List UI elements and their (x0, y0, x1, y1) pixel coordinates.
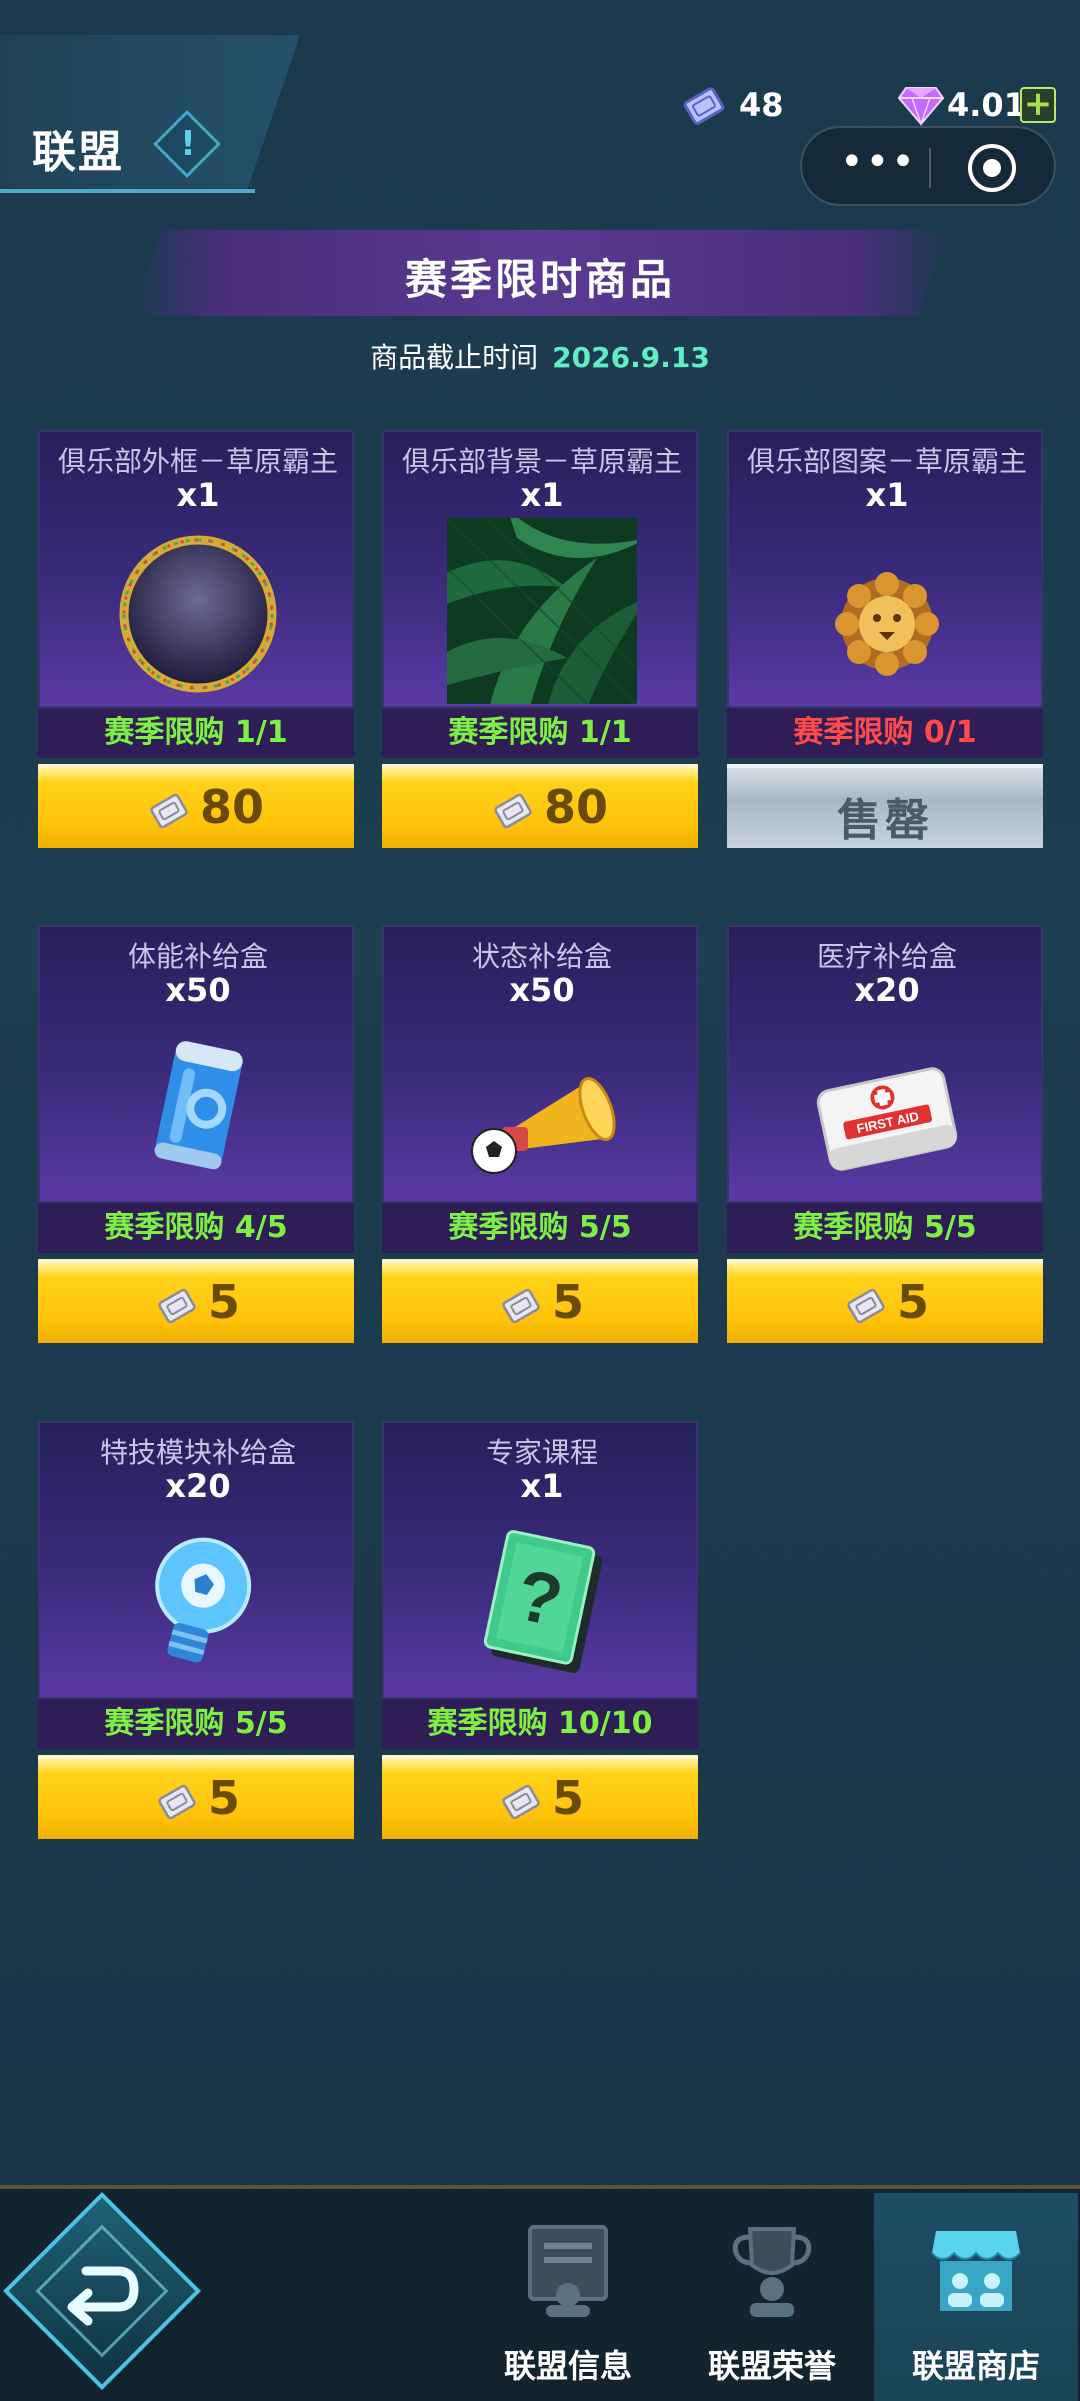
shop-item-card[interactable]: 特技模块补给盒 x20 赛季限购 5/5 5 (38, 1421, 354, 1839)
shop-item-card[interactable]: 俱乐部图案－草原霸主 x1 赛季限购 0/1 售罄 (727, 430, 1043, 848)
close-miniprogram-button[interactable] (968, 144, 1016, 192)
top-header: 联盟 ! 48 4.01K + ••• (0, 0, 1080, 206)
leaf-background-icon (447, 518, 637, 704)
card-body: 体能补给盒 x50 (38, 925, 354, 1203)
price-label: 80 (200, 780, 265, 834)
sold-out-button: 售罄 (727, 764, 1043, 848)
ticket-icon (847, 1288, 885, 1324)
card-body: 俱乐部外框－草原霸主 x1 (38, 430, 354, 708)
item-quantity: x20 (854, 971, 920, 1009)
ticket-icon (502, 1288, 540, 1324)
buy-button[interactable]: 80 (382, 764, 698, 848)
card-body: 专家课程 x1 ? (382, 1421, 698, 1699)
ticket-icon (158, 1288, 196, 1324)
buy-button[interactable]: 80 (38, 764, 354, 848)
gem-icon (898, 87, 944, 126)
more-menu-button[interactable]: ••• (840, 142, 915, 186)
shop-item-card[interactable]: 俱乐部背景－草原霸主 x1 赛季限购 1/1 80 (382, 430, 698, 848)
card-body: 俱乐部图案－草原霸主 x1 (727, 430, 1043, 708)
ticket-icon (150, 793, 188, 829)
price-label: 5 (552, 1275, 585, 1329)
buy-button[interactable]: 5 (38, 1259, 354, 1343)
tab-label: 联盟信息 (503, 2347, 632, 2385)
buy-button[interactable]: 5 (382, 1755, 698, 1839)
tab-alliance-info[interactable]: 联盟信息 (466, 2193, 670, 2401)
item-quantity: x50 (165, 971, 231, 1009)
shop-item-card[interactable]: 体能补给盒 x50 赛季限购 4/5 5 (38, 925, 354, 1343)
item-quantity: x50 (509, 971, 575, 1009)
section-title: 赛季限时商品 (404, 255, 675, 304)
buy-button[interactable]: 5 (38, 1755, 354, 1839)
card-body: 俱乐部背景－草原霸主 x1 (382, 430, 698, 708)
tab-alliance-honor[interactable]: 联盟荣誉 (670, 2193, 874, 2401)
item-quantity: x1 (520, 1467, 564, 1505)
sold-out-label: 售罄 (837, 795, 933, 846)
card-body: 特技模块补给盒 x20 (38, 1421, 354, 1699)
item-name: 特技模块补给盒 (99, 1436, 296, 1469)
tab-label: 联盟荣誉 (707, 2347, 836, 2385)
energy-can-icon (154, 1041, 243, 1170)
trophy-icon (732, 2227, 812, 2317)
deadline-label: 商品截止时间 (370, 341, 539, 374)
purchase-limit: 赛季限购 1/1 (38, 708, 354, 758)
price-label: 5 (897, 1275, 930, 1329)
back-arrow-icon[interactable] (56, 2249, 148, 2329)
ticket-count: 48 (739, 86, 784, 124)
buy-button[interactable]: 5 (727, 1259, 1043, 1343)
price-label: 80 (544, 780, 609, 834)
item-quantity: x20 (165, 1467, 231, 1505)
horn-ball-icon (471, 1077, 616, 1174)
frame-icon (119, 535, 277, 693)
bottom-nav-bar: 联盟信息 联盟荣誉 联盟商店 (0, 2185, 1080, 2401)
purchase-limit: 赛季限购 0/1 (727, 708, 1043, 758)
card-body: 医疗补给盒 x20 FIRST AID (727, 925, 1043, 1203)
info-icon[interactable]: ! (178, 120, 198, 168)
ticket-icon (502, 1784, 540, 1820)
shop-item-card[interactable]: 俱乐部外框－草原霸主 x1 赛季限购 1/1 80 (38, 430, 354, 848)
purchase-limit: 赛季限购 5/5 (38, 1699, 354, 1749)
purchase-limit: 赛季限购 5/5 (727, 1203, 1043, 1253)
page-title: 联盟 (32, 127, 124, 178)
ticket-icon (158, 1784, 196, 1820)
item-name: 体能补给盒 (127, 940, 268, 973)
item-name: 状态补给盒 (471, 940, 612, 973)
item-name: 医疗补给盒 (816, 940, 957, 973)
shop-icon (931, 2231, 1021, 2311)
item-name: 俱乐部背景－草原霸主 (401, 445, 682, 478)
purchase-limit: 赛季限购 5/5 (382, 1203, 698, 1253)
ticket-icon (494, 793, 532, 829)
item-quantity: x1 (520, 476, 564, 514)
purchase-limit: 赛季限购 4/5 (38, 1203, 354, 1253)
price-label: 5 (208, 1275, 241, 1329)
capsule-divider (929, 148, 931, 188)
lightbulb-icon (155, 1537, 252, 1663)
item-quantity: x1 (176, 476, 220, 514)
title-plate-edge (0, 189, 255, 193)
buy-button[interactable]: 5 (382, 1259, 698, 1343)
tab-alliance-shop[interactable]: 联盟商店 (874, 2193, 1078, 2401)
tactics-book-icon: ? (483, 1530, 603, 1673)
first-aid-icon: FIRST AID (816, 1067, 958, 1171)
lion-emblem-icon (835, 572, 939, 676)
deadline-row: 商品截止时间 2026.9.13 (0, 336, 1080, 376)
add-gems-button[interactable]: + (1020, 87, 1056, 123)
alliance-info-icon (528, 2225, 608, 2317)
purchase-limit: 赛季限购 10/10 (382, 1699, 698, 1749)
item-quantity: x1 (865, 476, 909, 514)
shop-item-card[interactable]: 医疗补给盒 x20 FIRST AID 赛季限购 5/5 5 (727, 925, 1043, 1343)
item-name: 专家课程 (485, 1436, 598, 1469)
tab-label: 联盟商店 (911, 2347, 1040, 2385)
item-name: 俱乐部外框－草原霸主 (57, 445, 338, 478)
deadline-date: 2026.9.13 (552, 341, 710, 374)
card-body: 状态补给盒 x50 (382, 925, 698, 1203)
miniprogram-capsule: ••• (800, 126, 1056, 206)
item-name: 俱乐部图案－草原霸主 (746, 445, 1027, 478)
ticket-icon (683, 87, 725, 125)
price-label: 5 (208, 1771, 241, 1825)
price-label: 5 (552, 1771, 585, 1825)
shop-item-card[interactable]: 专家课程 x1 ? 赛季限购 10/10 5 (382, 1421, 698, 1839)
shop-item-card[interactable]: 状态补给盒 x50 赛季限购 5/5 5 (382, 925, 698, 1343)
purchase-limit: 赛季限购 1/1 (382, 708, 698, 758)
